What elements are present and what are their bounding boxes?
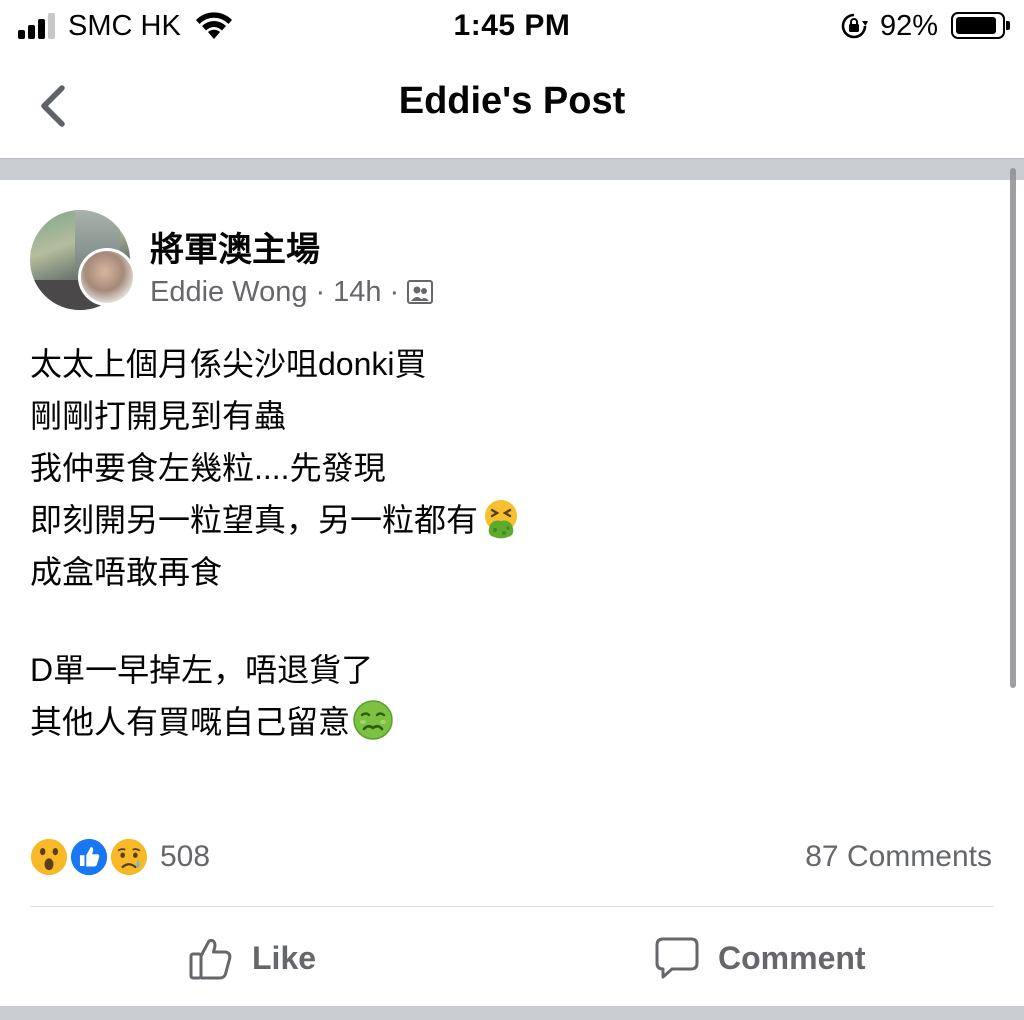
comments-count[interactable]: 87 Comments	[805, 840, 992, 874]
post-line: 我仲要食左幾粒....先發現	[30, 450, 386, 486]
like-reaction-icon	[68, 836, 110, 878]
post-line: 其他人有買嘅自己留意	[30, 696, 970, 748]
battery-icon	[951, 12, 1010, 39]
post-line: 剛剛打開見到有蟲	[30, 398, 287, 434]
wow-reaction-icon	[28, 836, 70, 878]
post-line: 成盒唔敢再食	[30, 554, 223, 590]
vomiting-face-emoji	[485, 500, 518, 539]
group-members-icon	[407, 280, 434, 304]
post-meta: Eddie Wong · 14h ·	[150, 276, 434, 309]
section-divider	[0, 1006, 1024, 1020]
like-label: Like	[252, 939, 317, 976]
page-header: Eddie's Post	[0, 52, 1024, 158]
group-name[interactable]: 將軍澳主場	[150, 222, 320, 271]
page-title: Eddie's Post	[398, 80, 626, 122]
reaction-count[interactable]: 508	[160, 840, 210, 874]
post-time[interactable]: 14h	[333, 276, 381, 308]
post-line-text: 即刻開另一粒望真，另一粒都有	[30, 502, 479, 538]
meta-separator: ·	[389, 276, 400, 308]
author-avatar[interactable]	[78, 248, 136, 306]
like-button[interactable]: Like	[188, 930, 316, 986]
meta-separator: ·	[315, 276, 326, 308]
scrollbar[interactable]	[1010, 168, 1016, 688]
battery-percent: 92%	[880, 10, 939, 42]
status-time: 1:45 PM	[453, 9, 571, 42]
nauseated-face-emoji	[353, 700, 393, 740]
thumbs-up-icon	[189, 939, 232, 980]
actions-divider	[30, 906, 994, 907]
status-bar: SMC HK 1:45 PM 92%	[0, 0, 1024, 52]
speech-bubble-icon	[655, 937, 699, 979]
comment-button[interactable]: Comment	[654, 930, 866, 986]
sad-reaction-icon	[108, 836, 150, 878]
post-line: 即刻開另一粒望真，另一粒都有	[30, 494, 970, 546]
post-line: D單一早掉左，唔退貨了	[30, 652, 374, 688]
orientation-lock-icon	[841, 13, 868, 39]
section-divider	[0, 158, 1024, 180]
comment-label: Comment	[718, 939, 866, 976]
post-body: 太太上個月係尖沙咀donki買 剛剛打開見到有蟲 我仲要食左幾粒....先發現 …	[30, 338, 970, 748]
author-name[interactable]: Eddie Wong	[150, 276, 307, 308]
post-line-text: 其他人有買嘅自己留意	[30, 704, 351, 740]
post-line: 太太上個月係尖沙咀donki買	[30, 346, 427, 382]
